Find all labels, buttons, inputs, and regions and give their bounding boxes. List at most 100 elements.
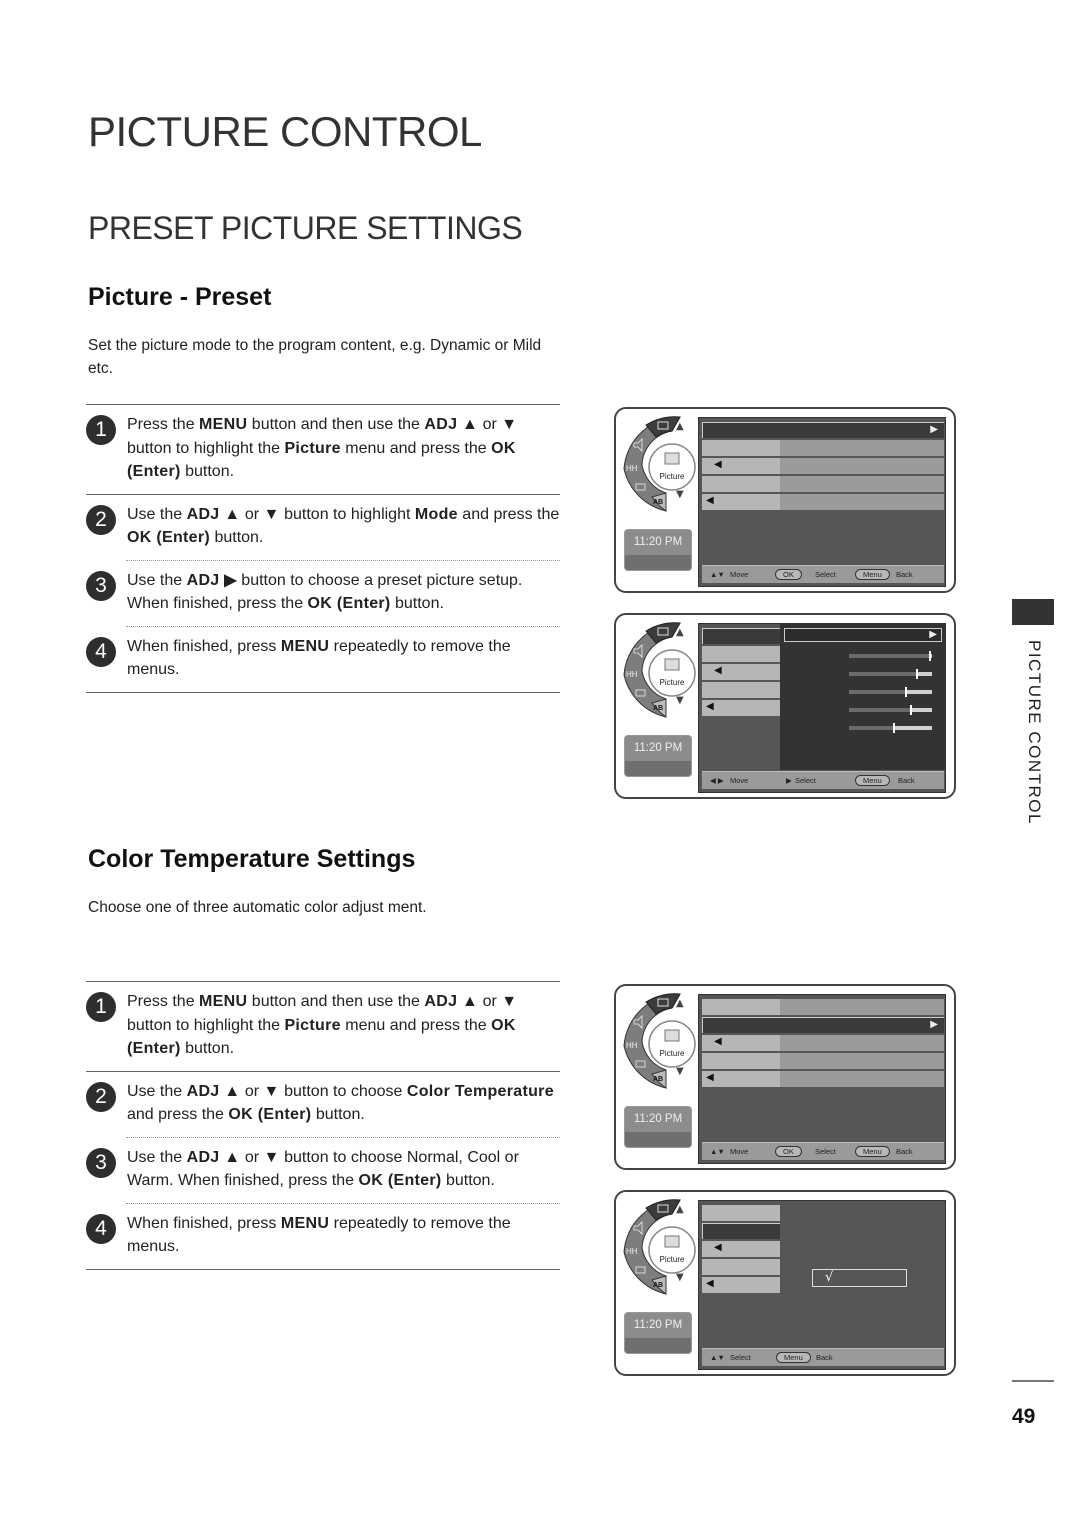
- svg-text:Picture: Picture: [660, 678, 685, 687]
- steps-bottom-rule: [86, 1268, 560, 1270]
- step-text: Use the: [127, 1148, 187, 1166]
- step-number-badge: 2: [86, 504, 116, 535]
- slider-handle[interactable]: [910, 705, 913, 715]
- back-label: Back: [898, 776, 915, 785]
- menu-row[interactable]: ◀: [702, 1071, 944, 1087]
- back-label: Back: [896, 570, 913, 579]
- clock-time: 11:20 PM: [625, 736, 691, 761]
- section-title: PRESET PICTURE SETTINGS: [88, 210, 523, 246]
- menu-row[interactable]: [702, 1053, 944, 1069]
- adjust-slider[interactable]: [849, 651, 932, 661]
- section-tab-marker: [1012, 599, 1054, 625]
- menu-row-selected[interactable]: ▶: [702, 1017, 944, 1033]
- menu-row[interactable]: ◀: [702, 664, 780, 680]
- clock-time: 11:20 PM: [625, 1107, 691, 1132]
- slider-handle[interactable]: [892, 723, 895, 733]
- menu-row[interactable]: [702, 646, 780, 662]
- menu-row[interactable]: ◀: [702, 458, 944, 474]
- key-name: ▼: [263, 505, 280, 523]
- left-arrow-icon: ◀: [714, 1242, 722, 1253]
- slider-fill: [849, 708, 912, 712]
- menu-row[interactable]: ◀: [702, 494, 944, 510]
- menu-row[interactable]: ◀: [702, 1277, 780, 1293]
- colortemp-option-checked[interactable]: √: [812, 1269, 907, 1287]
- instruction-step: 1 Press the MENU button and then use the …: [86, 404, 560, 494]
- right-arrow-icon: ▶: [930, 1019, 938, 1030]
- ok-key: OK: [775, 1146, 802, 1157]
- menu-row[interactable]: ◀: [702, 700, 780, 716]
- move-label: Move: [730, 1147, 749, 1156]
- menu-row[interactable]: [702, 999, 944, 1015]
- slider-handle[interactable]: [905, 687, 908, 697]
- menu-row[interactable]: ◀: [702, 1035, 944, 1051]
- adjust-slider[interactable]: [849, 669, 932, 679]
- dial-down-arrow-icon: ▼: [676, 489, 684, 500]
- instruction-step: 3 Use the ADJ ▲ or ▼ button to choose Nor…: [86, 1136, 560, 1203]
- osd-screen-colortemp-submenu: HH AB Picture ▲ ▼ 11:20 PM ◀ ◀ √ ▲▼ Select Me…: [614, 1190, 956, 1376]
- svg-text:HH: HH: [626, 464, 638, 473]
- clock-display: 11:20 PM: [624, 1312, 692, 1354]
- step-number-badge: 4: [86, 636, 116, 667]
- svg-text:AB: AB: [653, 1282, 663, 1289]
- osd-help-bar: ▲▼ Move OK Select Menu Back: [702, 1142, 944, 1160]
- antenna-icon: HH: [626, 464, 638, 473]
- slider-handle[interactable]: [916, 669, 919, 679]
- adjust-slider[interactable]: [849, 705, 932, 715]
- step-text: button.: [441, 1172, 495, 1189]
- menu-dial: HH AB Picture: [623, 1199, 696, 1295]
- slider-handle[interactable]: [929, 651, 932, 661]
- right-arrow-icon: ▶: [930, 424, 938, 435]
- adjust-slider[interactable]: [849, 723, 932, 733]
- step-text: and press the: [457, 505, 560, 523]
- svg-text:HH: HH: [626, 1041, 638, 1050]
- left-arrow-icon: ◀: [714, 665, 722, 676]
- osd-menu-panel: ◀ ◀ √ ▲▼ Select Menu Back: [698, 1200, 946, 1370]
- step-text: When finished, press: [127, 1214, 281, 1232]
- step-text: or: [240, 1082, 264, 1100]
- step-text: or: [478, 416, 502, 433]
- step-text: button and then use the: [247, 416, 425, 433]
- left-arrow-icon: ◀: [706, 1278, 714, 1289]
- right-arrow-icon: ▶: [929, 629, 937, 640]
- menu-row-selected[interactable]: [702, 1223, 780, 1239]
- key-name: ADJ ▲: [186, 1148, 241, 1166]
- key-name: Mode: [414, 505, 458, 523]
- menu-row[interactable]: [702, 1205, 780, 1221]
- osd-help-bar: ◀ ▶ Move ▶ Select Menu Back: [702, 771, 944, 789]
- up-down-arrows-icon: ▲▼: [710, 570, 725, 579]
- key-name: OK (Enter): [228, 1106, 312, 1123]
- dial-up-arrow-icon: ▲: [676, 998, 684, 1009]
- key-name: ADJ ▲: [424, 993, 479, 1010]
- step-text: When finished, press: [127, 637, 281, 655]
- menu-row[interactable]: ◀: [702, 1241, 780, 1257]
- menu-row[interactable]: [702, 682, 780, 698]
- menu-dial: HH AB Picture: [623, 993, 696, 1089]
- step-text: or: [240, 505, 264, 523]
- menu-key: Menu: [776, 1352, 811, 1363]
- adjust-slider[interactable]: [849, 687, 932, 697]
- preset-selector[interactable]: ▶: [784, 628, 942, 642]
- key-name: ▼: [263, 1148, 280, 1166]
- osd-help-bar: ▲▼ Select Menu Back: [702, 1348, 944, 1366]
- menu-row[interactable]: [702, 440, 944, 456]
- clock-display: 11:20 PM: [624, 735, 692, 777]
- svg-text:HH: HH: [626, 670, 638, 679]
- dial-down-arrow-icon: ▼: [676, 1066, 684, 1077]
- menu-key: Menu: [855, 569, 890, 580]
- slider-fill: [849, 654, 931, 658]
- menu-row[interactable]: [702, 1259, 780, 1275]
- step-number-badge: 2: [86, 1081, 116, 1112]
- instruction-step: 4 When finished, press MENU repeatedly to…: [86, 625, 560, 692]
- osd-screen-picture-menu-colortemp: HH AB Picture ▲ ▼ 11:20 PM ▶ ◀ ◀ ▲▼ Move OK S…: [614, 984, 956, 1170]
- key-name: OK (Enter): [127, 529, 210, 546]
- page-number-rule: [1012, 1380, 1054, 1382]
- preset-heading: Picture - Preset: [88, 283, 272, 311]
- preset-intro: Set the picture mode to the program cont…: [88, 337, 542, 377]
- step-text: button and then use the: [247, 993, 425, 1010]
- menu-row-selected[interactable]: ▶: [702, 422, 944, 438]
- menu-key: Menu: [855, 1146, 890, 1157]
- menu-row[interactable]: [702, 476, 944, 492]
- menu-row-selected[interactable]: [702, 628, 780, 644]
- slider-fill: [849, 690, 907, 694]
- menu-key: Menu: [855, 775, 890, 786]
